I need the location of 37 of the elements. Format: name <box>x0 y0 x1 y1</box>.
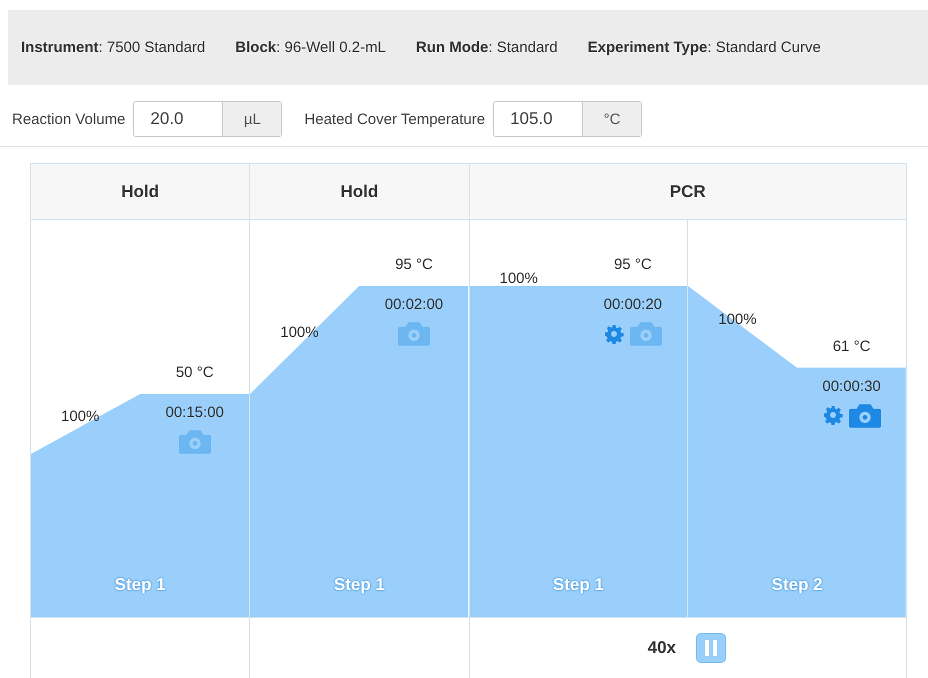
cycle-count[interactable]: 40x <box>648 638 676 658</box>
stage-header: Hold <box>31 164 250 220</box>
gear-icon[interactable] <box>604 324 624 344</box>
unit-addon: µL <box>222 102 282 136</box>
stage-header: PCR <box>470 164 906 220</box>
camera-icon[interactable] <box>848 402 881 428</box>
ramp-rate-label[interactable]: 100% <box>718 310 757 328</box>
pause-button[interactable] <box>696 633 726 663</box>
number-field[interactable]: 105.0 °C <box>493 101 642 137</box>
temperature-label[interactable]: 61 °C <box>832 338 870 368</box>
unit-addon: °C <box>582 102 642 136</box>
info-text: Instrument: 7500 Standard <box>21 39 206 56</box>
hold-time-label[interactable]: 00:02:00 <box>384 296 444 313</box>
step-label: Step 2 <box>770 575 824 595</box>
info-text: Run Mode: Standard <box>416 39 558 56</box>
ramp-rate-label[interactable]: 100% <box>280 324 319 341</box>
step-label: Step 1 <box>332 575 386 595</box>
camera-icon[interactable] <box>178 429 211 454</box>
step-label: Step 1 <box>552 575 605 595</box>
info-text: Experiment Type: Standard Curve <box>588 39 821 56</box>
number-field[interactable]: 20.0 µL <box>133 101 282 137</box>
hold-time-label[interactable]: 00:00:30 <box>822 378 881 395</box>
gear-icon[interactable] <box>822 405 843 426</box>
step-label: Step 1 <box>114 575 167 595</box>
ramp-rate-label[interactable]: 100% <box>61 408 100 425</box>
hold-time-label[interactable]: 00:00:20 <box>604 296 662 313</box>
temperature-label[interactable]: 95 °C <box>395 256 433 286</box>
camera-icon[interactable] <box>398 321 430 346</box>
field-label: Heated Cover Temperature <box>304 110 486 128</box>
hold-time-label[interactable]: 00:15:00 <box>165 404 224 421</box>
temperature-label[interactable]: 95 °C <box>614 256 652 286</box>
camera-icon[interactable] <box>630 321 662 346</box>
field-label: Reaction Volume <box>12 110 126 128</box>
temperature-label[interactable]: 50 °C <box>176 364 214 394</box>
ramp-rate-label[interactable]: 100% <box>500 270 538 287</box>
info-text: Block: 96-Well 0.2-mL <box>235 39 386 56</box>
stage-header: Hold <box>250 164 470 220</box>
